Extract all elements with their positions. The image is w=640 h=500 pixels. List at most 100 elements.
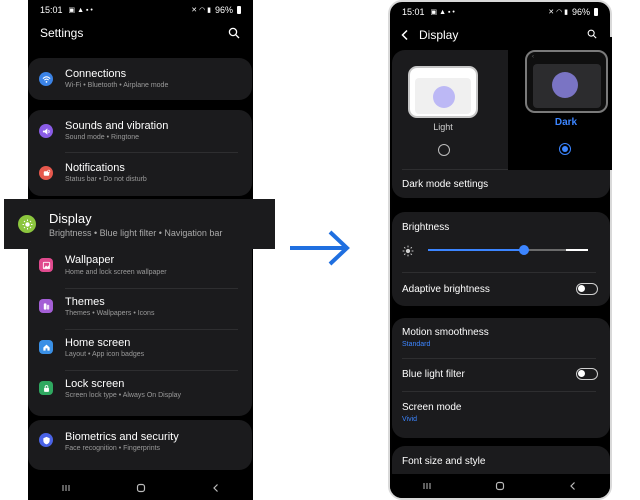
motion-smoothness-value: Standard <box>402 341 431 348</box>
sound-notification-card: Sounds and vibration Sound mode • Ringto… <box>28 110 252 196</box>
list-item-display-highlighted[interactable]: Display Brightness • Blue light filter •… <box>4 199 275 249</box>
divider <box>402 391 596 392</box>
home-button[interactable] <box>126 478 156 498</box>
page-title: Display <box>419 28 459 42</box>
divider <box>402 358 596 359</box>
screen-mode-value: Vivid <box>402 416 418 423</box>
divider <box>65 370 238 371</box>
dark-theme-preview: ‹ <box>525 50 608 113</box>
preview-circle <box>552 72 578 98</box>
list-item-sounds[interactable]: Sounds and vibration Sound mode • Ringto… <box>28 110 252 152</box>
arrow-right-icon <box>288 228 352 273</box>
item-sub: Wi-Fi • Bluetooth • Airplane mode <box>65 82 169 89</box>
settings-phone-screen: 15:01 ▣ ▲ ▪ • ✕ ◠ ▮ 96% Settings Connect… <box>28 0 253 500</box>
light-radio[interactable] <box>438 144 450 156</box>
adaptive-brightness-toggle[interactable] <box>576 283 598 295</box>
status-icons: ✕ ◠ ▮ <box>548 9 568 16</box>
status-time: 15:01 <box>402 7 425 17</box>
status-bar: 15:01 ▣ ▲ ▪ • ✕ ◠ ▮ 96% <box>402 6 598 18</box>
item-label: Sounds and vibration <box>65 120 169 132</box>
preview-circle <box>433 86 455 108</box>
status-time: 15:01 <box>40 5 63 15</box>
item-sub: Face recognition • Fingerprints <box>65 445 161 452</box>
blue-light-filter-toggle[interactable] <box>576 368 598 380</box>
list-item-wallpaper[interactable]: Wallpaper Home and lock screen wallpaper <box>28 250 252 290</box>
notification-icons: ▣ ▲ ▪ • <box>68 7 93 14</box>
list-item-connections[interactable]: Connections Wi-Fi • Bluetooth • Airplane… <box>28 58 252 100</box>
brightness-card: Brightness Adaptive brightness <box>392 212 610 306</box>
list-item-notifications[interactable]: Notifications Status bar • Do not distur… <box>28 154 252 196</box>
item-label: Themes <box>65 296 105 308</box>
home-icon <box>39 340 53 354</box>
dark-theme-option-highlighted[interactable]: ‹ Dark <box>508 37 612 170</box>
item-sub: Screen lock type • Always On Display <box>65 392 182 399</box>
lock-icon <box>39 381 53 395</box>
volume-icon <box>39 124 53 138</box>
item-label: Wallpaper <box>65 254 115 266</box>
dark-label: Dark <box>554 117 578 128</box>
list-item-biometrics[interactable]: Biometrics and security Face recognition… <box>28 420 252 470</box>
brightness-label: Brightness <box>402 222 450 233</box>
image-icon <box>39 258 53 272</box>
divider <box>65 329 238 330</box>
battery-percent: 96% <box>214 5 233 15</box>
adaptive-brightness-label: Adaptive brightness <box>402 284 490 295</box>
connections-card: Connections Wi-Fi • Bluetooth • Airplane… <box>28 58 252 100</box>
divider <box>402 272 596 273</box>
brightness-fill <box>428 249 524 251</box>
item-label: Display <box>49 211 92 226</box>
home-button[interactable] <box>485 476 515 496</box>
light-label: Light <box>433 122 453 132</box>
item-sub: Themes • Wallpapers • Icons <box>65 310 155 317</box>
brightness-low-icon <box>402 244 414 262</box>
motion-smoothness-label[interactable]: Motion smoothness <box>402 327 489 338</box>
notification-icons: ▣ ▲ ▪ • <box>430 9 455 16</box>
item-label: Home screen <box>65 337 131 349</box>
status-bar: 15:01 ▣ ▲ ▪ • ✕ ◠ ▮ 96% <box>40 4 241 16</box>
item-sub: Status bar • Do not disturb <box>65 176 147 183</box>
wifi-icon <box>39 72 53 86</box>
blue-light-filter-label: Blue light filter <box>402 369 465 380</box>
recents-button[interactable] <box>51 478 81 498</box>
back-arrow-icon[interactable] <box>400 28 410 46</box>
security-card: Biometrics and security Face recognition… <box>28 420 252 470</box>
battery-icon <box>237 6 241 14</box>
item-sub: Home and lock screen wallpaper <box>65 269 167 276</box>
item-label: Connections <box>65 68 127 80</box>
sun-icon <box>18 215 36 233</box>
item-sub: Sound mode • Ringtone <box>65 134 140 141</box>
search-icon[interactable] <box>587 26 597 44</box>
motion-card: Motion smoothness Standard Blue light fi… <box>392 318 610 438</box>
search-icon[interactable] <box>228 26 240 44</box>
dark-radio-selected[interactable] <box>559 143 571 155</box>
light-theme-preview[interactable] <box>408 66 478 118</box>
list-item-home-screen[interactable]: Home screen Layout • App icon badges <box>28 332 252 372</box>
preview-back-glyph: ‹ <box>532 54 534 60</box>
font-size-style-item[interactable]: Font size and style <box>402 456 485 467</box>
back-button[interactable] <box>201 478 231 498</box>
bell-icon <box>39 166 53 180</box>
item-label: Notifications <box>65 162 125 174</box>
navigation-bar <box>390 474 610 498</box>
item-label: Lock screen <box>65 378 125 390</box>
item-sub: Layout • App icon badges <box>65 351 145 358</box>
divider <box>65 288 238 289</box>
back-button[interactable] <box>558 476 588 496</box>
item-sub: Brightness • Blue light filter • Navigat… <box>49 228 223 238</box>
screen-mode-label[interactable]: Screen mode <box>402 402 461 413</box>
brightness-thumb[interactable] <box>519 245 529 255</box>
brightness-adaptive-mark <box>566 249 588 251</box>
palette-icon <box>39 299 53 313</box>
shield-icon <box>39 433 53 447</box>
battery-percent: 96% <box>571 7 590 17</box>
recents-button[interactable] <box>412 476 442 496</box>
divider <box>65 152 238 153</box>
item-label: Biometrics and security <box>65 431 179 443</box>
list-item-lock-screen[interactable]: Lock screen Screen lock type • Always On… <box>28 373 252 413</box>
list-item-themes[interactable]: Themes Themes • Wallpapers • Icons <box>28 291 252 331</box>
dark-mode-settings-item[interactable]: Dark mode settings <box>402 179 488 190</box>
battery-icon <box>594 8 598 16</box>
page-title: Settings <box>40 26 84 40</box>
status-icons: ✕ ◠ ▮ <box>191 7 211 14</box>
brightness-slider[interactable] <box>428 245 588 255</box>
